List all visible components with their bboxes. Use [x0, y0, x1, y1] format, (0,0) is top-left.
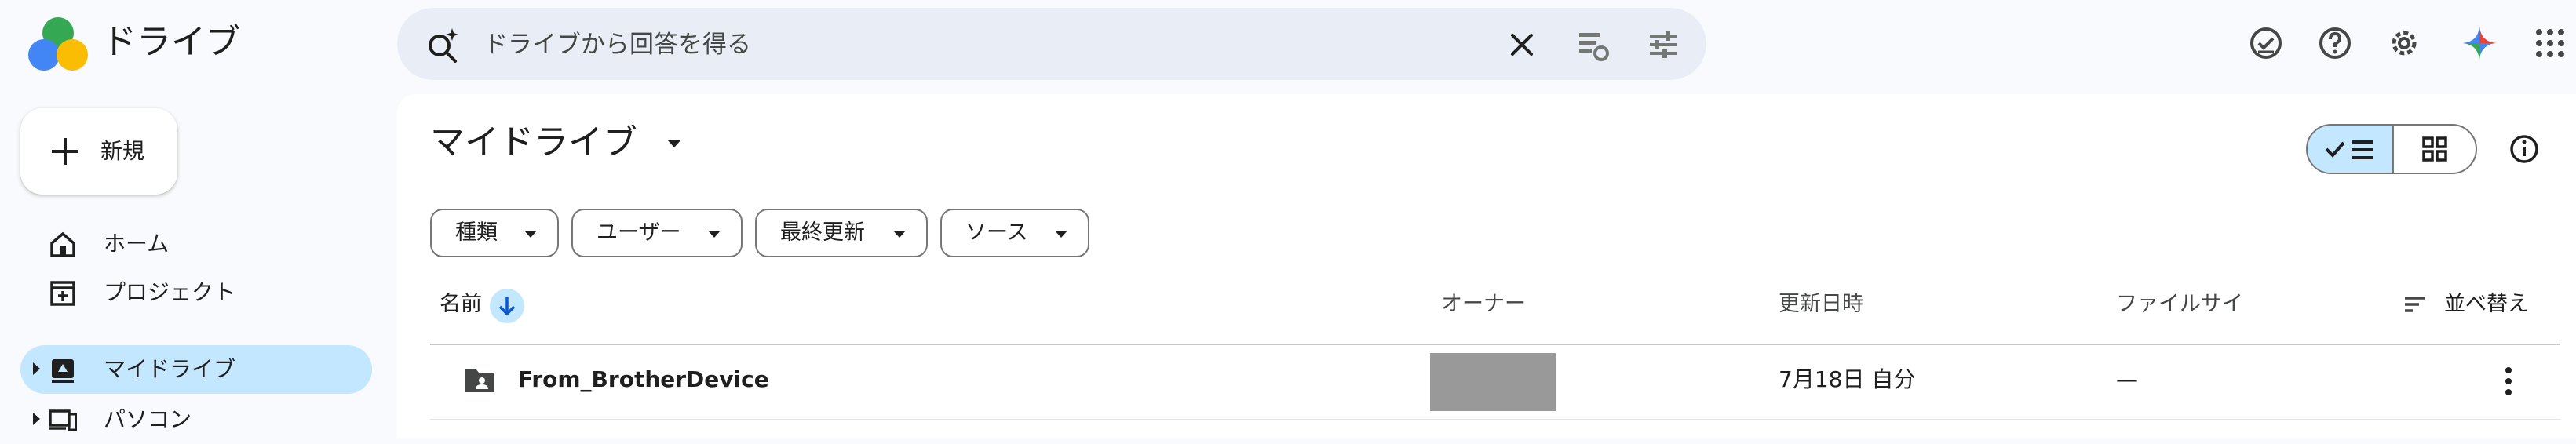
project-icon — [50, 281, 75, 306]
clear-icon[interactable] — [1504, 27, 1540, 63]
chevron-down-icon — [708, 231, 721, 238]
column-header-name[interactable]: 名前 — [440, 289, 482, 320]
sort-direction-button[interactable] — [490, 289, 524, 323]
expand-caret-icon[interactable] — [33, 413, 40, 425]
filter-label: ソース — [965, 220, 1028, 245]
app-title: ドライブ — [102, 22, 240, 62]
expand-caret-icon[interactable] — [33, 362, 40, 375]
page-title-dropdown-icon[interactable] — [667, 140, 681, 147]
filter-source[interactable]: ソース — [940, 209, 1089, 257]
sort-icon[interactable] — [2403, 295, 2427, 314]
sidebar-item-label: プロジェクト — [104, 279, 236, 305]
file-modified: 7月18日 自分 — [1779, 366, 1916, 392]
sidebar-item-label: パソコン — [104, 406, 192, 432]
shared-folder-icon — [465, 369, 494, 392]
column-header-size[interactable]: ファイルサイ — [2116, 289, 2243, 320]
row-divider — [430, 419, 2560, 420]
search-options-icon[interactable] — [1645, 27, 1681, 63]
sidebar-item-label: マイドライブ — [104, 356, 236, 382]
arrow-down-icon — [498, 297, 516, 316]
drive-logo-icon — [28, 17, 88, 71]
filter-label: 種類 — [455, 220, 498, 245]
my-drive-icon — [52, 359, 74, 383]
page-title[interactable]: マイドライブ — [430, 118, 637, 168]
view-toggle[interactable] — [2306, 124, 2477, 174]
new-button-label: 新規 — [100, 138, 145, 164]
sidebar-item-home[interactable]: ホーム — [20, 220, 372, 268]
filter-label: 最終更新 — [780, 220, 865, 245]
help-icon[interactable] — [2317, 25, 2353, 61]
table-row[interactable]: From_BrotherDevice 7月18日 自分 — — [430, 345, 2560, 419]
more-actions-icon[interactable] — [2504, 366, 2513, 397]
file-size: — — [2116, 366, 2138, 392]
sidebar-item-projects[interactable]: プロジェクト — [20, 268, 372, 317]
main-panel: マイドライブ 種類 ユーザー 最終更新 ソース 名前 オーナー 更新日時 ファイ… — [397, 94, 2576, 438]
info-icon[interactable] — [2508, 133, 2540, 165]
search-bar[interactable] — [397, 8, 1706, 80]
sidebar-item-label: ホーム — [104, 231, 170, 257]
apps-grid-icon[interactable] — [2532, 25, 2568, 61]
search-chips-icon[interactable] — [1574, 27, 1611, 63]
chevron-down-icon — [893, 231, 906, 238]
grid-view-icon[interactable] — [2422, 136, 2447, 162]
search-input[interactable] — [482, 19, 1427, 71]
sort-button-label[interactable]: 並べ替え — [2444, 289, 2529, 320]
column-header-owner[interactable]: オーナー — [1441, 289, 1526, 320]
filter-modified[interactable]: 最終更新 — [755, 209, 928, 257]
owner-avatar — [1430, 353, 1556, 411]
file-name: From_BrotherDevice — [518, 366, 769, 392]
check-list-icon — [2325, 140, 2373, 159]
new-button[interactable]: 新規 — [20, 108, 177, 195]
filter-user[interactable]: ユーザー — [571, 209, 743, 257]
home-icon — [50, 231, 75, 257]
chevron-down-icon — [524, 231, 537, 238]
settings-icon[interactable] — [2386, 25, 2422, 61]
search-spark-icon[interactable] — [425, 27, 462, 63]
computers-icon — [49, 409, 77, 431]
offline-ready-icon[interactable] — [2248, 25, 2284, 61]
sidebar-item-my-drive[interactable]: マイドライブ — [20, 345, 372, 394]
chevron-down-icon — [1055, 231, 1067, 238]
filter-label: ユーザー — [597, 220, 681, 245]
filter-type[interactable]: 種類 — [430, 209, 559, 257]
column-header-modified[interactable]: 更新日時 — [1779, 289, 1863, 320]
sidebar-item-computers[interactable]: パソコン — [20, 395, 372, 444]
gemini-icon[interactable] — [2461, 25, 2498, 61]
plus-icon — [52, 138, 78, 165]
list-view-button[interactable] — [2308, 126, 2394, 173]
